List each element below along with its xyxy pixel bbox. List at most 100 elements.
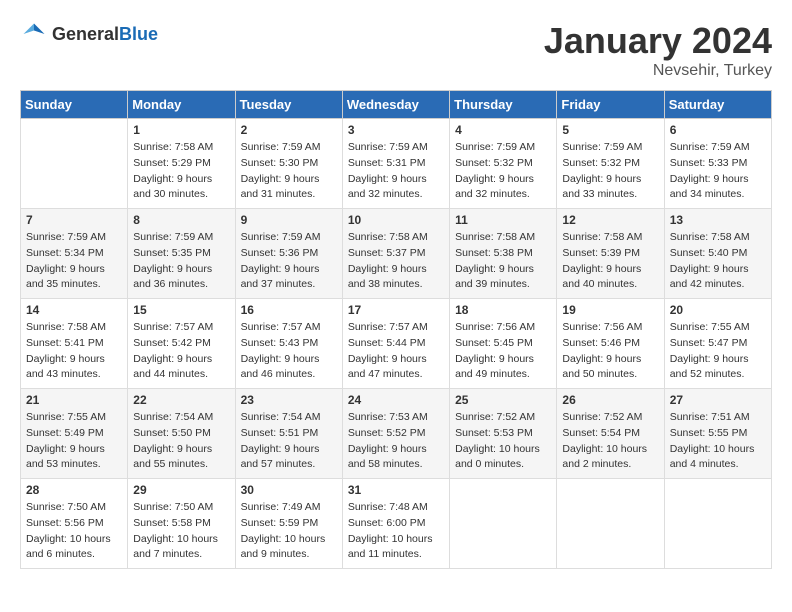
day-info: Sunrise: 7:50 AMSunset: 5:58 PMDaylight:…: [133, 500, 229, 563]
day-info: Sunrise: 7:58 AMSunset: 5:29 PMDaylight:…: [133, 140, 229, 203]
day-info: Sunrise: 7:57 AMSunset: 5:42 PMDaylight:…: [133, 320, 229, 383]
day-number: 17: [348, 303, 444, 317]
calendar-cell: 17Sunrise: 7:57 AMSunset: 5:44 PMDayligh…: [342, 299, 449, 389]
day-info: Sunrise: 7:56 AMSunset: 5:45 PMDaylight:…: [455, 320, 551, 383]
day-number: 8: [133, 213, 229, 227]
day-number: 18: [455, 303, 551, 317]
day-number: 24: [348, 393, 444, 407]
calendar-cell: 16 Sunrise: 7:57 AMSunset: 5:43 PMDayligh…: [235, 299, 342, 389]
day-number: 1: [133, 123, 229, 137]
weekday-header: Friday: [557, 91, 664, 119]
calendar-cell: 8 Sunrise: 7:59 AMSunset: 5:35 PMDaylight…: [128, 209, 235, 299]
calendar-week-row: 7Sunrise: 7:59 AMSunset: 5:34 PMDaylight…: [21, 209, 772, 299]
location-title: Nevsehir, Turkey: [544, 62, 772, 80]
day-info: Sunrise: 7:58 AMSunset: 5:41 PMDaylight:…: [26, 320, 122, 383]
day-number: 4: [455, 123, 551, 137]
title-area: January 2024 Nevsehir, Turkey: [544, 20, 772, 80]
weekday-header: Sunday: [21, 91, 128, 119]
day-number: 5: [562, 123, 658, 137]
calendar-week-row: 1 Sunrise: 7:58 AMSunset: 5:29 PMDaylight…: [21, 119, 772, 209]
calendar-cell: 4 Sunrise: 7:59 AMSunset: 5:32 PMDaylight…: [450, 119, 557, 209]
calendar-cell: 28 Sunrise: 7:50 AMSunset: 5:56 PMDayligh…: [21, 479, 128, 569]
calendar-cell: 12 Sunrise: 7:58 AMSunset: 5:39 PMDayligh…: [557, 209, 664, 299]
day-number: 14: [26, 303, 122, 317]
calendar-cell: 9Sunrise: 7:59 AMSunset: 5:36 PMDaylight…: [235, 209, 342, 299]
day-info: Sunrise: 7:55 AMSunset: 5:47 PMDaylight:…: [670, 320, 766, 383]
calendar-cell: 5 Sunrise: 7:59 AMSunset: 5:32 PMDaylight…: [557, 119, 664, 209]
calendar-cell: 2Sunrise: 7:59 AMSunset: 5:30 PMDaylight…: [235, 119, 342, 209]
day-number: 12: [562, 213, 658, 227]
day-number: 13: [670, 213, 766, 227]
month-title: January 2024: [544, 20, 772, 62]
day-number: 21: [26, 393, 122, 407]
day-number: 28: [26, 483, 122, 497]
calendar-cell: 24Sunrise: 7:53 AMSunset: 5:52 PMDayligh…: [342, 389, 449, 479]
day-info: Sunrise: 7:59 AMSunset: 5:35 PMDaylight:…: [133, 230, 229, 293]
logo-general: General: [52, 24, 119, 44]
calendar-cell: 21 Sunrise: 7:55 AMSunset: 5:49 PMDayligh…: [21, 389, 128, 479]
calendar-cell: 11 Sunrise: 7:58 AMSunset: 5:38 PMDayligh…: [450, 209, 557, 299]
calendar-cell: 13 Sunrise: 7:58 AMSunset: 5:40 PMDayligh…: [664, 209, 771, 299]
calendar-cell: [21, 119, 128, 209]
day-info: Sunrise: 7:55 AMSunset: 5:49 PMDaylight:…: [26, 410, 122, 473]
calendar-cell: 1 Sunrise: 7:58 AMSunset: 5:29 PMDaylight…: [128, 119, 235, 209]
calendar-cell: 15 Sunrise: 7:57 AMSunset: 5:42 PMDayligh…: [128, 299, 235, 389]
logo-icon: [20, 20, 48, 48]
day-number: 25: [455, 393, 551, 407]
day-info: Sunrise: 7:52 AMSunset: 5:54 PMDaylight:…: [562, 410, 658, 473]
day-info: Sunrise: 7:59 AMSunset: 5:33 PMDaylight:…: [670, 140, 766, 203]
calendar-cell: 18 Sunrise: 7:56 AMSunset: 5:45 PMDayligh…: [450, 299, 557, 389]
calendar-cell: 14 Sunrise: 7:58 AMSunset: 5:41 PMDayligh…: [21, 299, 128, 389]
day-number: 10: [348, 213, 444, 227]
logo-blue: Blue: [119, 24, 158, 44]
day-info: Sunrise: 7:59 AMSunset: 5:32 PMDaylight:…: [562, 140, 658, 203]
calendar-cell: 27 Sunrise: 7:51 AMSunset: 5:55 PMDayligh…: [664, 389, 771, 479]
calendar-cell: 30Sunrise: 7:49 AMSunset: 5:59 PMDayligh…: [235, 479, 342, 569]
day-info: Sunrise: 7:59 AMSunset: 5:30 PMDaylight:…: [241, 140, 337, 203]
day-number: 6: [670, 123, 766, 137]
logo: GeneralBlue: [20, 20, 158, 48]
day-number: 3: [348, 123, 444, 137]
calendar-cell: 31 Sunrise: 7:48 AMSunset: 6:00 PMDayligh…: [342, 479, 449, 569]
day-info: Sunrise: 7:58 AMSunset: 5:40 PMDaylight:…: [670, 230, 766, 293]
day-number: 29: [133, 483, 229, 497]
day-number: 15: [133, 303, 229, 317]
weekday-header: Thursday: [450, 91, 557, 119]
day-number: 27: [670, 393, 766, 407]
day-info: Sunrise: 7:56 AMSunset: 5:46 PMDaylight:…: [562, 320, 658, 383]
page-header: GeneralBlue January 2024 Nevsehir, Turke…: [20, 20, 772, 80]
day-info: Sunrise: 7:57 AMSunset: 5:43 PMDaylight:…: [241, 320, 337, 383]
day-info: Sunrise: 7:52 AMSunset: 5:53 PMDaylight:…: [455, 410, 551, 473]
calendar-cell: 10 Sunrise: 7:58 AMSunset: 5:37 PMDayligh…: [342, 209, 449, 299]
calendar-cell: [557, 479, 664, 569]
calendar-cell: 23Sunrise: 7:54 AMSunset: 5:51 PMDayligh…: [235, 389, 342, 479]
calendar-cell: 19 Sunrise: 7:56 AMSunset: 5:46 PMDayligh…: [557, 299, 664, 389]
day-number: 16: [241, 303, 337, 317]
calendar-cell: 6 Sunrise: 7:59 AMSunset: 5:33 PMDaylight…: [664, 119, 771, 209]
day-number: 30: [241, 483, 337, 497]
day-number: 20: [670, 303, 766, 317]
day-info: Sunrise: 7:59 AMSunset: 5:32 PMDaylight:…: [455, 140, 551, 203]
day-number: 31: [348, 483, 444, 497]
calendar-cell: 7Sunrise: 7:59 AMSunset: 5:34 PMDaylight…: [21, 209, 128, 299]
calendar-cell: [664, 479, 771, 569]
calendar-cell: 26Sunrise: 7:52 AMSunset: 5:54 PMDayligh…: [557, 389, 664, 479]
day-info: Sunrise: 7:51 AMSunset: 5:55 PMDaylight:…: [670, 410, 766, 473]
day-info: Sunrise: 7:58 AMSunset: 5:38 PMDaylight:…: [455, 230, 551, 293]
calendar-cell: 3 Sunrise: 7:59 AMSunset: 5:31 PMDaylight…: [342, 119, 449, 209]
weekday-header: Wednesday: [342, 91, 449, 119]
day-number: 9: [241, 213, 337, 227]
day-number: 22: [133, 393, 229, 407]
day-info: Sunrise: 7:50 AMSunset: 5:56 PMDaylight:…: [26, 500, 122, 563]
day-number: 19: [562, 303, 658, 317]
calendar-week-row: 28 Sunrise: 7:50 AMSunset: 5:56 PMDayligh…: [21, 479, 772, 569]
day-info: Sunrise: 7:59 AMSunset: 5:31 PMDaylight:…: [348, 140, 444, 203]
day-info: Sunrise: 7:58 AMSunset: 5:39 PMDaylight:…: [562, 230, 658, 293]
calendar-cell: 29 Sunrise: 7:50 AMSunset: 5:58 PMDayligh…: [128, 479, 235, 569]
calendar-week-row: 21 Sunrise: 7:55 AMSunset: 5:49 PMDayligh…: [21, 389, 772, 479]
weekday-header: Monday: [128, 91, 235, 119]
day-number: 11: [455, 213, 551, 227]
weekday-header: Saturday: [664, 91, 771, 119]
day-info: Sunrise: 7:48 AMSunset: 6:00 PMDaylight:…: [348, 500, 444, 563]
day-info: Sunrise: 7:58 AMSunset: 5:37 PMDaylight:…: [348, 230, 444, 293]
